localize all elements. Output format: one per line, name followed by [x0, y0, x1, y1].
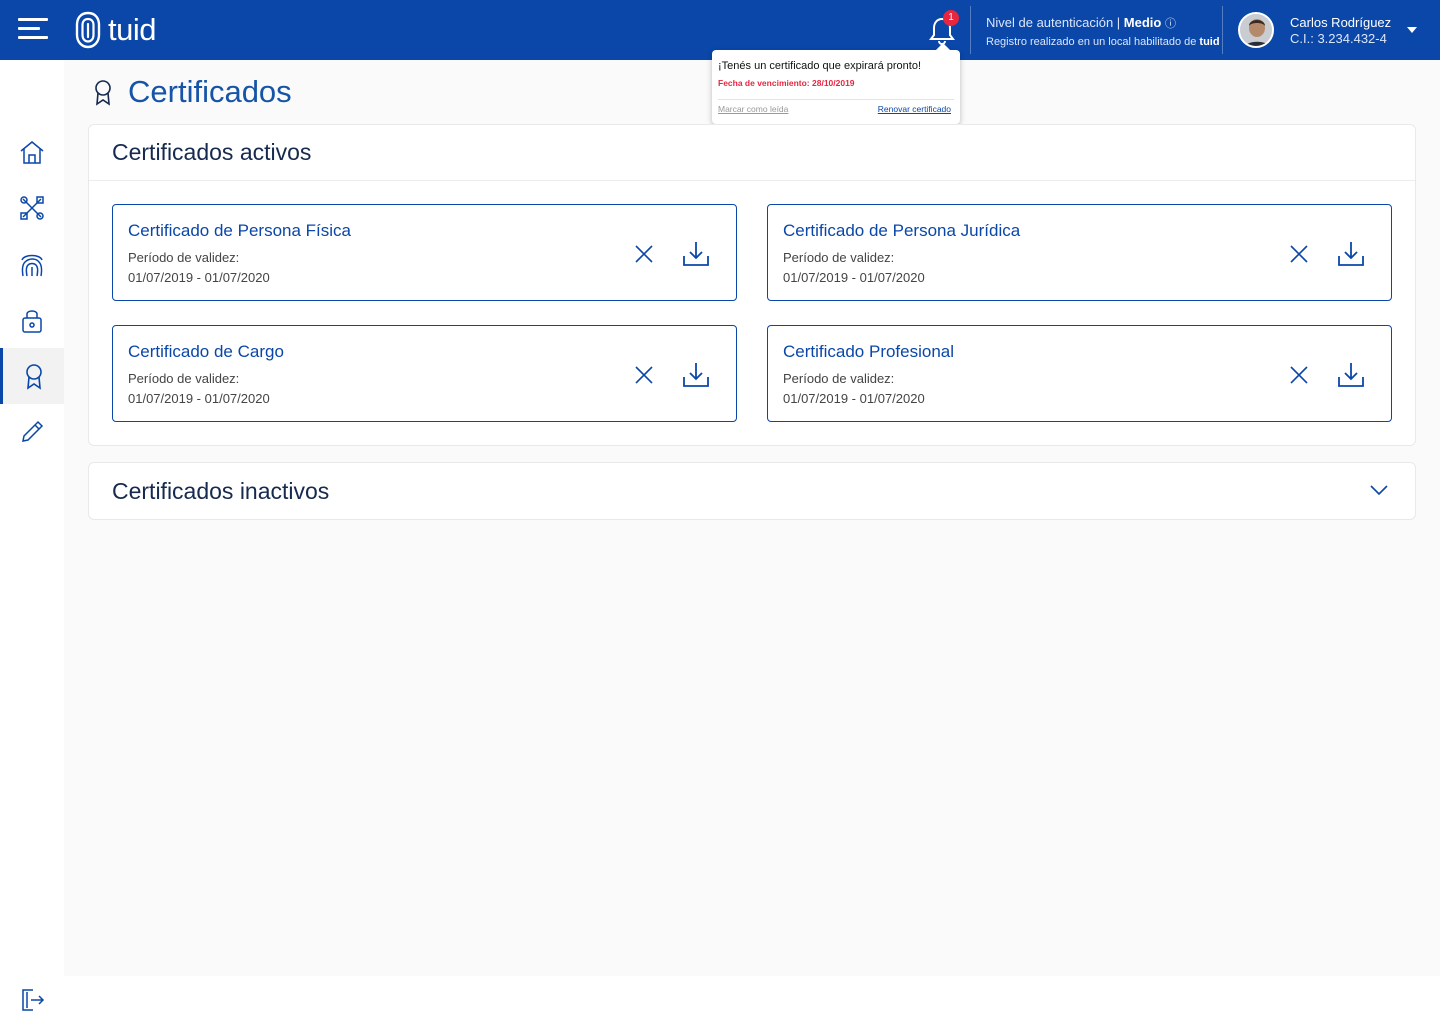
registration-brand: tuid	[1199, 36, 1220, 48]
sidebar-item-home[interactable]	[0, 124, 64, 180]
notification-expiry: Fecha de vencimiento: 28/10/2019	[718, 78, 855, 88]
certificate-card: Certificado de Persona Física Período de…	[112, 204, 737, 301]
logo[interactable]: tuid	[74, 11, 156, 49]
footer-strip	[64, 976, 1440, 1024]
notification-badge: 1	[943, 10, 959, 26]
page-title: Certificados	[128, 74, 292, 109]
download-icon[interactable]	[1336, 361, 1366, 389]
chevron-down-icon[interactable]	[1369, 483, 1389, 497]
active-certificates-title: Certificados activos	[112, 139, 312, 165]
certificate-card: Certificado de Persona Jurídica Período …	[767, 204, 1392, 301]
sidebar-item-security[interactable]	[0, 292, 64, 348]
popup-arrow	[936, 43, 950, 50]
info-icon[interactable]: ⓘ	[1165, 18, 1176, 30]
download-icon[interactable]	[681, 361, 711, 389]
auth-level-label: Nivel de autenticación |	[986, 15, 1124, 30]
validity-dates: 01/07/2019 - 01/07/2020	[783, 391, 925, 406]
notification-popup: ¡Tenés un certificado que expirará pront…	[712, 43, 960, 124]
revoke-icon[interactable]	[633, 364, 655, 386]
sidebar-item-fingerprint[interactable]	[0, 236, 64, 292]
certificate-card: Certificado de Cargo Período de validez:…	[112, 325, 737, 422]
inactive-certificates-title: Certificados inactivos	[112, 478, 330, 504]
avatar[interactable]	[1238, 12, 1274, 48]
certificate-title: Certificado de Cargo	[128, 342, 284, 361]
validity-label: Período de validez:	[783, 371, 895, 386]
pen-icon	[22, 420, 44, 442]
sidebar-item-tools[interactable]	[0, 180, 64, 236]
award-icon	[25, 364, 42, 390]
user-name: Carlos Rodríguez	[1290, 15, 1392, 30]
fingerprint-icon	[21, 254, 43, 277]
menu-icon[interactable]	[18, 18, 50, 42]
tuid-logo-icon	[75, 11, 101, 49]
revoke-icon[interactable]	[1288, 243, 1310, 265]
panel-header: Certificados activos	[89, 125, 1415, 181]
certificate-title: Certificado de Persona Física	[128, 221, 351, 240]
validity-dates: 01/07/2019 - 01/07/2020	[128, 391, 270, 406]
divider	[970, 6, 971, 54]
validity-label: Período de validez:	[128, 371, 240, 386]
sidebar-item-certificates[interactable]	[0, 348, 64, 404]
auth-level-line: Nivel de autenticación | Medio ⓘ	[986, 15, 1220, 31]
certificate-title: Certificado Profesional	[783, 342, 955, 361]
sidebar-item-signature[interactable]	[0, 404, 64, 460]
auth-level-value: Medio	[1123, 15, 1162, 30]
award-icon	[95, 80, 111, 106]
mark-as-read-link[interactable]: Marcar como leída	[718, 104, 788, 114]
download-icon[interactable]	[1336, 240, 1366, 268]
notification-message: ¡Tenés un certificado que expirará pront…	[718, 60, 922, 72]
validity-dates: 01/07/2019 - 01/07/2020	[128, 270, 270, 285]
user-ci: C.I.: 3.234.432-4	[1290, 31, 1387, 46]
tools-icon	[20, 196, 44, 220]
validity-label: Período de validez:	[128, 250, 240, 265]
divider	[1222, 6, 1223, 54]
logo-text: tuid	[108, 12, 156, 47]
page-header: Certificados	[92, 74, 292, 110]
user-info[interactable]: Carlos Rodríguez C.I.: 3.234.432-4	[1290, 15, 1391, 46]
sidebar-item-logout[interactable]	[0, 972, 64, 1024]
lock-icon	[22, 310, 42, 333]
avatar-image	[1240, 14, 1272, 46]
validity-label: Período de validez:	[783, 250, 895, 265]
revoke-icon[interactable]	[633, 243, 655, 265]
registration-line: Registro realizado en un local habilitad…	[986, 36, 1220, 48]
auth-level-info: Nivel de autenticación | Medio ⓘ Registr…	[986, 15, 1220, 48]
home-icon	[20, 141, 44, 164]
renew-certificate-link[interactable]: Renovar certificado	[878, 104, 951, 114]
validity-dates: 01/07/2019 - 01/07/2020	[783, 270, 925, 285]
download-icon[interactable]	[681, 240, 711, 268]
registration-text: Registro realizado en un local habilitad…	[986, 36, 1200, 48]
inactive-certificates-panel[interactable]: Certificados inactivos	[88, 462, 1416, 520]
revoke-icon[interactable]	[1288, 364, 1310, 386]
certificate-title: Certificado de Persona Jurídica	[783, 221, 1021, 240]
logout-icon	[22, 989, 45, 1011]
popup-divider	[718, 99, 954, 100]
certificate-card: Certificado Profesional Período de valid…	[767, 325, 1392, 422]
user-menu-caret-icon[interactable]	[1407, 27, 1417, 33]
sidebar	[0, 60, 64, 1024]
active-certificates-panel: Certificados activos Certificado de Pers…	[88, 124, 1416, 446]
